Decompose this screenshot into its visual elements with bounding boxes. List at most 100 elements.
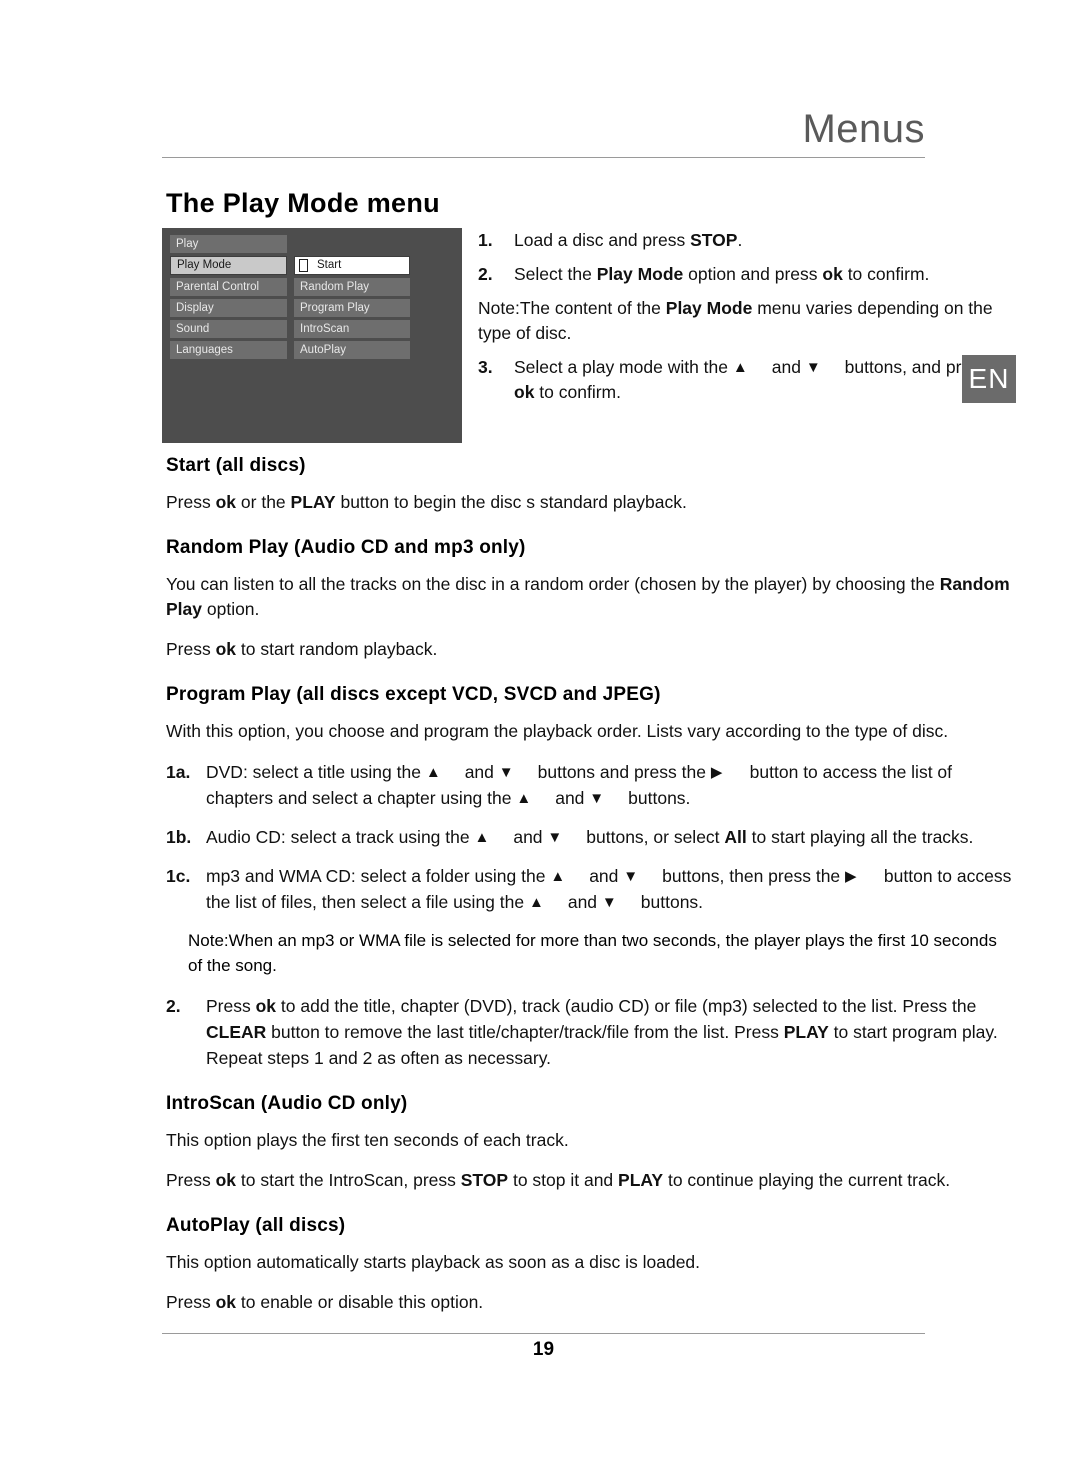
- osd-left-item-parental-control[interactable]: Parental Control: [170, 278, 287, 296]
- list-item-1c: 1c. mp3 and WMA CD: select a folder usin…: [166, 863, 1014, 915]
- osd-item-label: Program Play: [300, 302, 370, 314]
- body-text: option.: [202, 599, 260, 619]
- osd-item-label: Start: [317, 259, 342, 271]
- list-item-1c-text: mp3 and WMA CD: select a folder using th…: [206, 866, 1012, 912]
- emphasis-text: ok: [215, 639, 237, 659]
- body-text: Press: [166, 492, 216, 512]
- body-text: Press: [206, 996, 256, 1016]
- step-note: Note:The content of the Play Mode menu v…: [478, 298, 993, 343]
- body-text: to start random playback.: [236, 639, 438, 659]
- document-page: Menus The Play Mode menu Play Play Mode Pa…: [0, 0, 1080, 1473]
- step-2-text: Select the Play Mode option and press ok…: [514, 264, 930, 284]
- list-item-program-2-text: Press ok to add the title, chapter (DVD)…: [206, 996, 998, 1068]
- body-text: Press: [166, 1292, 216, 1312]
- checkbox-icon[interactable]: [299, 259, 308, 272]
- emphasis-text: ok: [215, 492, 237, 512]
- section-heading-autoplay: AutoPlay (all discs): [166, 1215, 346, 1236]
- osd-left-item-play[interactable]: Play: [170, 235, 287, 253]
- body-text: to start the IntroScan, press: [236, 1170, 461, 1190]
- osd-item-label: AutoPlay: [300, 344, 347, 356]
- list-item-1b-marker: 1b.: [166, 827, 192, 847]
- paragraph-random-2: Press ok to start random playback.: [166, 637, 1014, 662]
- body-text: With this option, you choose and program…: [166, 721, 949, 741]
- setup-steps: 1. Load a disc and press STOP. 2. Select…: [478, 228, 1012, 414]
- header-divider: [162, 157, 925, 158]
- step-1: 1. Load a disc and press STOP.: [478, 228, 1012, 253]
- article-body: Start (all discs) Press ok or the PLAY b…: [166, 455, 1014, 1330]
- osd-item-label: Parental Control: [176, 281, 260, 293]
- section-heading-random-play: Random Play (Audio CD and mp3 only): [166, 537, 526, 558]
- program-note: Note:When an mp3 or WMA file is selected…: [188, 931, 997, 975]
- osd-columns: Play Play Mode Parental Control Display Soun…: [168, 232, 456, 443]
- osd-item-label: Random Play: [300, 281, 370, 293]
- body-text: You can listen to all the tracks on the …: [166, 574, 940, 594]
- osd-left-item-display[interactable]: Display: [170, 299, 287, 317]
- body-text: button to remove the last title/chapter/…: [266, 1022, 784, 1042]
- paragraph-random-1: You can listen to all the tracks on the …: [166, 572, 1014, 622]
- step-2: 2. Select the Play Mode option and press…: [478, 262, 1012, 287]
- step-1-text: Load a disc and press STOP.: [514, 230, 743, 250]
- emphasis-text: PLAY: [783, 1022, 829, 1042]
- osd-right-item-program-play[interactable]: Program Play: [294, 299, 410, 317]
- osd-right-item-autoplay[interactable]: AutoPlay: [294, 341, 410, 359]
- language-tab-en: EN: [962, 355, 1016, 403]
- body-text: This option plays the first ten seconds …: [166, 1130, 569, 1150]
- paragraph-introscan-1: This option plays the first ten seconds …: [166, 1128, 1014, 1153]
- paragraph-autoplay-2: Press ok to enable or disable this optio…: [166, 1290, 1014, 1315]
- emphasis-text: CLEAR: [206, 1022, 267, 1042]
- osd-right-item-introscan[interactable]: IntroScan: [294, 320, 410, 338]
- step-1-marker: 1.: [478, 230, 493, 250]
- body-text: This option automatically starts playbac…: [166, 1252, 701, 1272]
- section-heading-start: Start (all discs): [166, 455, 306, 476]
- osd-item-label: Play Mode: [177, 259, 232, 271]
- section-heading-program-play: Program Play (all discs except VCD, SVCD…: [166, 684, 661, 705]
- list-item-program-2-marker: 2.: [166, 996, 181, 1016]
- emphasis-text: PLAY: [618, 1170, 664, 1190]
- list-item-program-2: 2. Press ok to add the title, chapter (D…: [166, 993, 1014, 1071]
- body-text: to stop it and: [508, 1170, 619, 1190]
- body-text: Press: [166, 1170, 216, 1190]
- emphasis-text: ok: [215, 1170, 237, 1190]
- step-3-text: Select a play mode with the ▲ and ▼ butt…: [514, 357, 989, 402]
- paragraph-program-1: With this option, you choose and program…: [166, 719, 1014, 744]
- step-3-marker: 3.: [478, 357, 493, 377]
- osd-item-label: Play: [176, 238, 199, 250]
- paragraph-start-1: Press ok or the PLAY button to begin the…: [166, 490, 1014, 515]
- running-header-title: Menus: [802, 107, 925, 151]
- paragraph-autoplay-1: This option automatically starts playbac…: [166, 1250, 1014, 1275]
- page-number: 19: [532, 1339, 555, 1360]
- osd-item-label: Sound: [176, 323, 210, 335]
- osd-right-item-start[interactable]: Start: [294, 256, 410, 275]
- body-text: button to begin the disc s standard play…: [335, 492, 687, 512]
- emphasis-text: ok: [215, 1292, 237, 1312]
- osd-left-item-languages[interactable]: Languages: [170, 341, 287, 359]
- emphasis-text: STOP: [460, 1170, 509, 1190]
- list-item-1a: 1a. DVD: select a title using the ▲ and …: [166, 759, 1014, 811]
- osd-left-column: Play Play Mode Parental Control Display Soun…: [170, 235, 287, 362]
- osd-item-label: IntroScan: [300, 323, 350, 335]
- body-text: or the: [236, 492, 291, 512]
- osd-right-item-random-play[interactable]: Random Play: [294, 278, 410, 296]
- body-text: to continue playing the current track.: [663, 1170, 951, 1190]
- body-text: Press: [166, 639, 216, 659]
- section-heading-introscan: IntroScan (Audio CD only): [166, 1093, 408, 1114]
- osd-item-label: Languages: [176, 344, 233, 356]
- osd-right-column: Start Random Play Program Play IntroScan Aut…: [294, 256, 410, 362]
- page-title: The Play Mode menu: [166, 188, 440, 218]
- osd-item-label: Display: [176, 302, 214, 314]
- step-2-marker: 2.: [478, 264, 493, 284]
- body-text: to add the title, chapter (DVD), track (…: [276, 996, 977, 1016]
- list-item-1a-marker: 1a.: [166, 762, 191, 782]
- list-item-1b-text: Audio CD: select a track using the ▲ and…: [206, 827, 974, 847]
- osd-left-item-sound[interactable]: Sound: [170, 320, 287, 338]
- paragraph-introscan-2: Press ok to start the IntroScan, press S…: [166, 1168, 1014, 1193]
- list-item-1b: 1b. Audio CD: select a track using the ▲…: [166, 824, 1014, 850]
- osd-menu-screenshot: Play Play Mode Parental Control Display Soun…: [162, 228, 462, 443]
- list-item-1c-marker: 1c.: [166, 866, 191, 886]
- list-item-1a-text: DVD: select a title using the ▲ and ▼ bu…: [206, 762, 953, 808]
- osd-left-item-play-mode[interactable]: Play Mode: [170, 256, 287, 275]
- step-3: 3. Select a play mode with the ▲ and ▼ b…: [478, 355, 1012, 405]
- body-text: to enable or disable this option.: [236, 1292, 484, 1312]
- running-header: Menus: [162, 105, 925, 158]
- emphasis-text: PLAY: [290, 492, 336, 512]
